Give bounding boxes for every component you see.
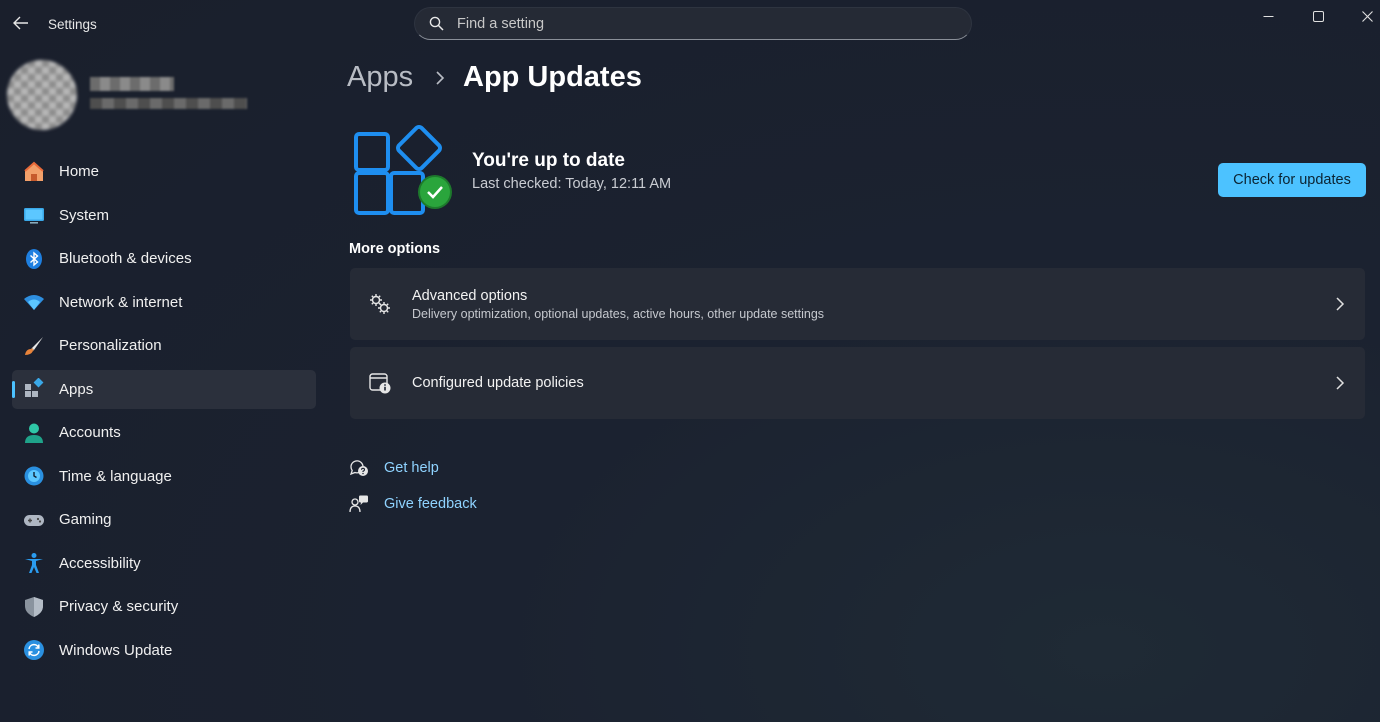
minimize-button[interactable] <box>1243 0 1293 32</box>
sidebar-item-bluetooth[interactable]: Bluetooth & devices <box>12 239 316 278</box>
monitor-icon <box>22 203 46 227</box>
shield-icon <box>22 595 46 619</box>
sidebar-item-label: System <box>59 206 110 224</box>
sidebar-item-accounts[interactable]: Accounts <box>12 413 316 452</box>
check-for-updates-button[interactable]: Check for updates <box>1218 163 1366 197</box>
app-title: Settings <box>48 17 97 32</box>
sidebar-item-accessibility[interactable]: Accessibility <box>12 544 316 583</box>
minimize-icon <box>1263 15 1273 17</box>
card-text: Advanced options Delivery optimization, … <box>412 288 824 321</box>
apps-icon <box>22 377 46 401</box>
chevron-right-icon <box>433 68 447 88</box>
brush-icon <box>22 334 46 358</box>
page-title: App Updates <box>463 61 642 93</box>
configured-update-policies-card[interactable]: Configured update policies <box>350 347 1365 419</box>
selected-indicator <box>12 380 15 398</box>
user-email-redacted <box>90 98 247 109</box>
back-button[interactable] <box>10 12 32 34</box>
search-input[interactable] <box>455 14 939 33</box>
sidebar-item-time-language[interactable]: Time & language <box>12 457 316 496</box>
sidebar-item-label: Gaming <box>59 511 112 528</box>
sidebar-item-home[interactable]: Home <box>12 152 316 191</box>
sidebar-item-label: Home <box>59 163 100 180</box>
give-feedback-link[interactable]: Give feedback <box>348 493 477 515</box>
sidebar-item-label: Network & internet <box>59 293 183 311</box>
sidebar-item-label: Windows Update <box>59 641 173 659</box>
sidebar-nav: Home System Bluetooth & devices Network … <box>12 152 316 674</box>
card-title: Advanced options <box>412 287 528 304</box>
person-icon <box>22 421 46 445</box>
get-help-label: Get help <box>384 460 439 476</box>
gears-icon <box>368 292 392 316</box>
maximize-button[interactable] <box>1293 0 1343 32</box>
chevron-right-icon <box>1335 375 1345 391</box>
advanced-options-card[interactable]: Advanced options Delivery optimization, … <box>350 268 1365 340</box>
maximize-icon <box>1312 10 1324 22</box>
sidebar-item-apps[interactable]: Apps <box>12 369 316 409</box>
accessibility-icon <box>22 551 46 575</box>
sidebar-item-label: Apps <box>59 380 94 398</box>
policy-info-icon <box>368 371 392 395</box>
home-icon <box>22 160 46 184</box>
back-arrow-icon <box>13 16 28 30</box>
status-title: You're up to date <box>472 150 626 171</box>
sidebar-item-label: Bluetooth & devices <box>59 250 192 267</box>
sidebar-item-label: Accounts <box>59 424 121 441</box>
avatar[interactable] <box>7 60 77 130</box>
help-chat-icon <box>348 457 370 479</box>
sidebar-item-network[interactable]: Network & internet <box>12 283 316 322</box>
card-subtitle: Delivery optimization, optional updates,… <box>412 306 825 321</box>
user-name-redacted <box>90 77 174 91</box>
sidebar-item-gaming[interactable]: Gaming <box>12 500 316 539</box>
section-heading: More options <box>349 241 441 257</box>
give-feedback-label: Give feedback <box>384 496 477 512</box>
bluetooth-icon <box>22 247 46 271</box>
card-title: Configured update policies <box>412 375 584 391</box>
search-icon <box>427 15 445 33</box>
search-box[interactable] <box>414 7 972 40</box>
chevron-right-icon <box>1335 296 1345 312</box>
wifi-icon <box>22 290 46 314</box>
sidebar-item-personalization[interactable]: Personalization <box>12 326 316 365</box>
globe-clock-icon <box>22 464 46 488</box>
last-checked-text: Last checked: Today, 12:11 AM <box>472 176 672 192</box>
app-updates-check-icon <box>353 124 457 225</box>
sidebar-item-system[interactable]: System <box>12 196 316 235</box>
gamepad-icon <box>22 508 46 532</box>
close-icon <box>1361 10 1373 22</box>
breadcrumb-parent[interactable]: Apps <box>347 61 413 94</box>
sync-icon <box>22 638 46 662</box>
sidebar-item-privacy[interactable]: Privacy & security <box>12 587 316 626</box>
sidebar-item-label: Privacy & security <box>59 598 179 615</box>
close-button[interactable] <box>1342 0 1380 32</box>
sidebar-item-label: Personalization <box>59 337 162 354</box>
sidebar-item-label: Accessibility <box>59 554 141 572</box>
feedback-icon <box>348 493 370 515</box>
get-help-link[interactable]: Get help <box>348 457 439 479</box>
sidebar-item-windows-update[interactable]: Windows Update <box>12 631 316 670</box>
sidebar-item-label: Time & language <box>59 467 172 485</box>
